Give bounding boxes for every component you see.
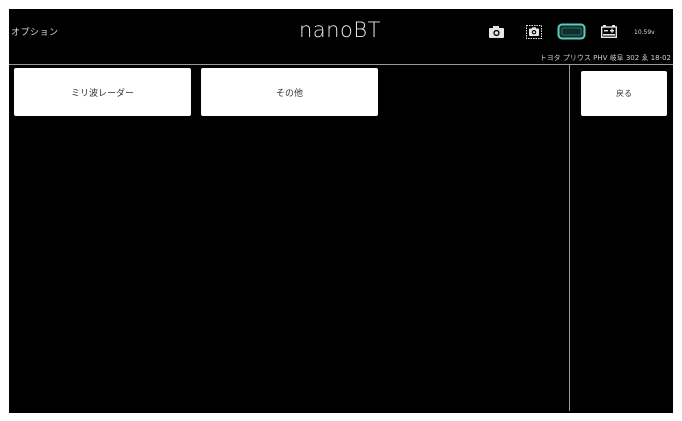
vehicle-info: トヨタ プリウス PHV 岐阜 302 ゑ 18-02 (539, 54, 671, 62)
millimeter-wave-radar-button[interactable]: ミリ波レーダー (14, 68, 191, 116)
top-bar: オプション nanoBT 10.59v (9, 9, 673, 55)
screenshot-camera-icon[interactable] (526, 25, 542, 39)
back-button[interactable]: 戻る (581, 71, 667, 116)
screen-title: オプション (11, 28, 59, 38)
other-button[interactable]: その他 (201, 68, 378, 116)
app-screen: オプション nanoBT 10.59v トヨタ プリウス PHV 岐阜 302 … (9, 9, 673, 413)
camera-icon[interactable] (489, 26, 504, 38)
connection-status-icon (557, 23, 586, 40)
battery-voltage: 10.59v (634, 29, 655, 36)
battery-icon (601, 25, 617, 38)
header-divider (9, 64, 673, 65)
side-panel-divider (569, 65, 570, 411)
app-logo: nanoBT (299, 18, 381, 42)
